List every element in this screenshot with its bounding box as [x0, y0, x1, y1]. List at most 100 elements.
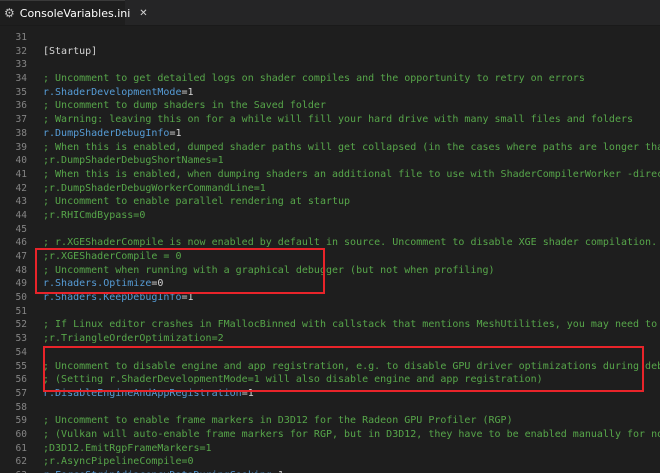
- line-number: 61: [15, 442, 27, 454]
- code-line: 57 r.DisableEngineAndAppRegistration=1: [0, 387, 660, 401]
- line-number: 42: [15, 182, 27, 194]
- code-line: 38 r.DumpShaderDebugInfo=1: [0, 127, 660, 141]
- code-key: r.DumpShaderDebugInfo: [43, 127, 170, 139]
- line-number: 55: [15, 360, 27, 372]
- code-line: 44 ;r.RHICmdBypass=0: [0, 209, 660, 223]
- code-line: 56 ; (Setting r.ShaderDevelopmentMode=1 w…: [0, 373, 660, 387]
- code-key: r.Shaders.KeepDebugInfo: [43, 292, 182, 304]
- code-comment: ;r.XGEShaderCompile = 0: [43, 251, 182, 262]
- code-value: 0: [157, 278, 164, 290]
- code-line: 45: [0, 223, 660, 237]
- code-comment: ;r.DumpShaderDebugWorkerCommandLine=1: [43, 182, 266, 194]
- line-number: 50: [15, 292, 27, 304]
- code-line: 47 ;r.XGEShaderCompile = 0: [0, 250, 660, 264]
- code-key: r.DisableEngineAndAppRegistration: [43, 387, 242, 399]
- line-number: 33: [15, 59, 27, 71]
- code-comment: ; (Setting r.ShaderDevelopmentMode=1 wil…: [43, 374, 543, 386]
- code-comment: ; Uncomment to enable parallel rendering…: [43, 196, 351, 208]
- code-line: 61 ;D3D12.EmitRgpFrameMarkers=1: [0, 442, 660, 456]
- code-line: 32 [Startup]: [0, 45, 660, 59]
- code-line: 55 ; Uncomment to disable engine and app …: [0, 360, 660, 374]
- code-comment: ; Uncomment when running with a graphica…: [43, 264, 495, 276]
- code-comment: ; (Vulkan will auto-enable frame markers…: [43, 428, 660, 440]
- code-comment: ; If Linux editor crashes in FMallocBinn…: [43, 319, 660, 331]
- line-number: 63: [0, 469, 27, 473]
- close-icon[interactable]: ✕: [139, 8, 147, 19]
- line-number: 40: [15, 155, 27, 167]
- line-number: 57: [15, 387, 27, 399]
- line-number: 39: [15, 141, 27, 153]
- code-line: 43 ; Uncomment to enable parallel renderi…: [0, 195, 660, 209]
- code-line: 41 ; When this is enabled, when dumping s…: [0, 168, 660, 182]
- line-number: 60: [15, 428, 27, 440]
- line-number: 37: [15, 114, 27, 126]
- code-lines: 31 32 [Startup] 33 34 ; Uncomment to get deta…: [0, 31, 660, 473]
- code-line: 36 ; Uncomment to dump shaders in the Sav…: [0, 99, 660, 113]
- code-line: 50 r.Shaders.KeepDebugInfo=1: [0, 291, 660, 305]
- code-comment: ; Uncomment to get detailed logs on shad…: [43, 73, 585, 85]
- code-line: 49 r.Shaders.Optimize=0: [0, 277, 660, 291]
- code-comment: ; Warning: leaving this on for a while w…: [43, 114, 634, 126]
- code-line: 62 ;r.AsyncPipelineCompile=0: [0, 455, 660, 469]
- code-comment: ;r.RHICmdBypass=0: [43, 209, 146, 221]
- line-number: 53: [15, 333, 27, 345]
- code-key-value: r.Shaders.KeepDebugInfo=1: [43, 291, 194, 305]
- line-number: 47: [15, 251, 27, 262]
- code-line: 53 ;r.TriangleOrderOptimization=2: [0, 332, 660, 346]
- code-comment: ; Uncomment to dump shaders in the Saved…: [43, 100, 326, 112]
- code-line: 52 ; If Linux editor crashes in FMallocBi…: [0, 318, 660, 332]
- line-number: 44: [15, 209, 27, 221]
- line-number: 54: [15, 346, 27, 358]
- line-number: 46: [15, 237, 27, 249]
- code-comment: ;r.TriangleOrderOptimization=2: [43, 333, 224, 345]
- code-comment: ; Uncomment to enable frame markers in D…: [43, 415, 513, 427]
- line-number: 34: [15, 73, 27, 85]
- code-line: 51: [0, 305, 660, 319]
- code-key-value: r.ShaderDevelopmentMode=1: [43, 86, 194, 100]
- line-number: 62: [15, 456, 27, 468]
- code-section-header: [Startup]: [43, 45, 98, 57]
- tab-title: ConsoleVariables.ini: [19, 6, 131, 20]
- editor-tab-bar: ⚙ ConsoleVariables.ini ✕: [0, 0, 660, 26]
- code-line: 40 ;r.DumpShaderDebugShortNames=1: [0, 154, 660, 168]
- code-line: 35 r.ShaderDevelopmentMode=1: [0, 86, 660, 100]
- code-line: 60 ; (Vulkan will auto-enable frame marke…: [0, 428, 660, 442]
- line-number: 31: [15, 32, 27, 43]
- line-number: 59: [15, 415, 27, 427]
- code-line: 34 ; Uncomment to get detailed logs on sh…: [0, 72, 660, 86]
- code-value: 1: [187, 86, 194, 98]
- line-number: 41: [15, 168, 27, 180]
- line-number: 32: [15, 45, 27, 57]
- code-value: 1: [175, 127, 182, 139]
- code-comment: ; r.XGEShaderCompile is now enabled by d…: [43, 237, 658, 249]
- code-key-value: r.ForceStripAdjacencyDataDuringCooking=1: [43, 469, 284, 473]
- line-number: 58: [15, 401, 27, 413]
- code-comment: ; When this is enabled, when dumping sha…: [43, 168, 660, 180]
- code-key-value: r.DisableEngineAndAppRegistration=1: [43, 387, 254, 401]
- line-number: 38: [15, 127, 27, 139]
- line-number: 35: [15, 86, 27, 98]
- tab-console-variables[interactable]: ⚙ ConsoleVariables.ini ✕: [0, 0, 148, 25]
- code-line: 42 ;r.DumpShaderDebugWorkerCommandLine=1: [0, 182, 660, 196]
- line-number: 48: [15, 264, 27, 276]
- code-key: r.Shaders.Optimize: [43, 278, 152, 290]
- code-value: 1: [187, 292, 194, 304]
- line-number: 45: [15, 223, 27, 235]
- code-line: 54: [0, 346, 660, 360]
- code-line: 63 r.ForceStripAdjacencyDataDuringCooking…: [0, 469, 660, 473]
- code-key-value: r.Shaders.Optimize=0: [43, 277, 163, 291]
- code-value: 1: [247, 387, 254, 399]
- code-editor[interactable]: 31 32 [Startup] 33 34 ; Uncomment to get deta…: [0, 25, 660, 473]
- line-number: 49: [15, 278, 27, 290]
- code-line: 46 ; r.XGEShaderCompile is now enabled by…: [0, 236, 660, 250]
- line-number: 43: [15, 196, 27, 208]
- code-key-value: r.DumpShaderDebugInfo=1: [43, 127, 182, 141]
- code-line: 37 ; Warning: leaving this on for a while…: [0, 113, 660, 127]
- code-comment: ; Uncomment to disable engine and app re…: [43, 360, 660, 372]
- code-line: 39 ; When this is enabled, dumped shader …: [0, 141, 660, 155]
- code-comment: ;r.AsyncPipelineCompile=0: [43, 456, 194, 468]
- line-number: 56: [15, 374, 27, 386]
- line-number: 36: [15, 100, 27, 112]
- code-line: 59 ; Uncomment to enable frame markers in…: [0, 414, 660, 428]
- code-comment: ;D3D12.EmitRgpFrameMarkers=1: [43, 442, 212, 454]
